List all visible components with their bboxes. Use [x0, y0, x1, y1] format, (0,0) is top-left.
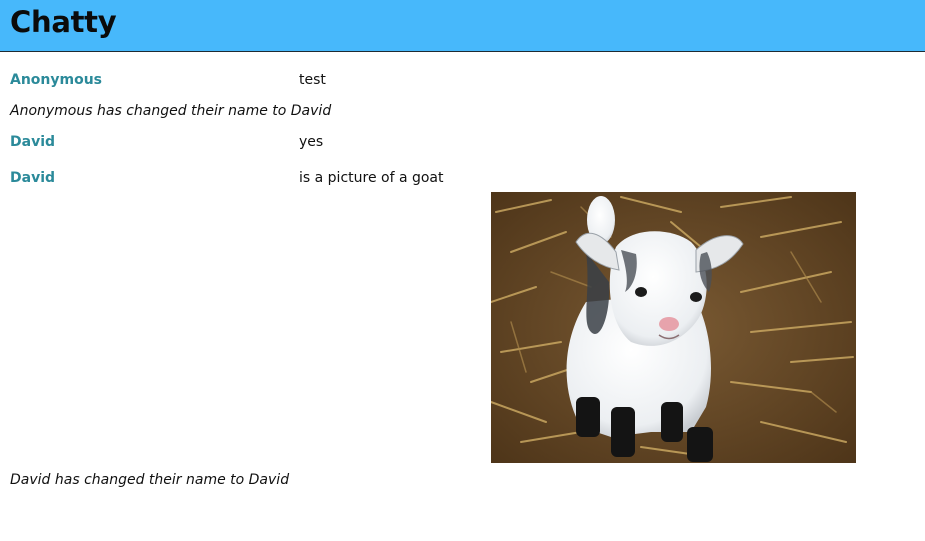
- message-content: test: [299, 72, 326, 88]
- message-username: Anonymous: [10, 72, 103, 88]
- navbar: Chatty: [0, 0, 925, 52]
- system-message-text: Anonymous has changed their name to Davi…: [10, 103, 332, 119]
- goat-photo: [491, 192, 856, 463]
- app-title: Chatty: [10, 5, 117, 39]
- system-message-text: David has changed their name to David: [10, 472, 290, 488]
- message-username: David: [10, 170, 56, 186]
- message-content: is a picture of a goat: [299, 170, 444, 186]
- message-content: yes: [299, 134, 324, 150]
- message-username: David: [10, 134, 56, 150]
